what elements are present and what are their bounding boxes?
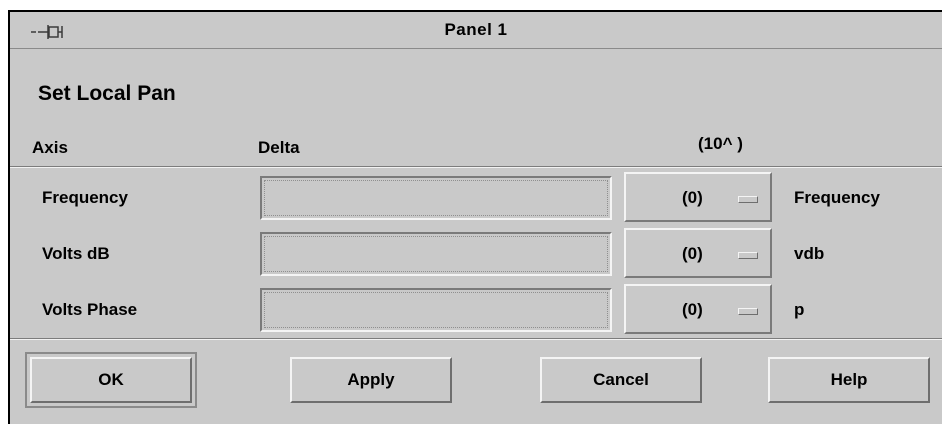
option-menu-indicator-icon — [738, 308, 758, 315]
help-button[interactable]: Help — [768, 357, 930, 403]
help-mnemonic: H — [830, 370, 843, 389]
button-area-separator — [10, 338, 942, 340]
ok-button[interactable]: OK — [25, 352, 197, 408]
volts-db-delta-field[interactable] — [260, 232, 612, 276]
cancel-button[interactable]: Cancel — [540, 357, 702, 403]
volts-db-unit: vdb — [794, 244, 825, 263]
frequency-exponent-menu[interactable]: (0) — [624, 172, 772, 222]
cancel-mnemonic: C — [593, 370, 606, 389]
header-separator — [10, 166, 942, 168]
apply-button[interactable]: Apply — [290, 357, 452, 403]
row-label-volts-db: Volts dB — [42, 244, 110, 263]
ok-mnemonic: O — [98, 370, 112, 389]
frequency-delta-field[interactable] — [260, 176, 612, 220]
cancel-label-rest: ancel — [605, 370, 649, 389]
exponent-value: (0) — [682, 188, 703, 207]
frequency-unit: Frequency — [794, 188, 880, 207]
volts-db-exponent-menu[interactable]: (0) — [624, 228, 772, 278]
window-title: Panel 1 — [444, 20, 508, 39]
field-focus-border — [264, 292, 608, 328]
option-menu-indicator-icon — [738, 196, 758, 203]
apply-label-rest: pply — [359, 370, 395, 389]
apply-mnemonic: A — [347, 370, 360, 389]
field-focus-border — [264, 236, 608, 272]
delta-column-header: Delta — [258, 138, 300, 157]
volts-phase-unit: p — [794, 300, 805, 319]
ok-label-rest: K — [111, 370, 124, 389]
field-focus-border — [264, 180, 608, 216]
title-bar[interactable]: Panel 1 — [10, 12, 942, 49]
volts-phase-exponent-menu[interactable]: (0) — [624, 284, 772, 334]
dialog-window: Panel 1 Set Local Pan Axis Delta (10^ ) … — [8, 10, 942, 424]
panel-heading: Set Local Pan — [38, 82, 176, 105]
volts-phase-delta-field[interactable] — [260, 288, 612, 332]
help-label-rest: elp — [842, 370, 868, 389]
exponent-value: (0) — [682, 244, 703, 263]
axis-column-header: Axis — [32, 138, 68, 157]
row-label-volts-phase: Volts Phase — [42, 300, 138, 319]
row-label-frequency: Frequency — [42, 188, 128, 207]
option-menu-indicator-icon — [738, 252, 758, 259]
exponent-value: (0) — [682, 300, 703, 319]
exponent-column-header: (10^ ) — [698, 134, 743, 153]
